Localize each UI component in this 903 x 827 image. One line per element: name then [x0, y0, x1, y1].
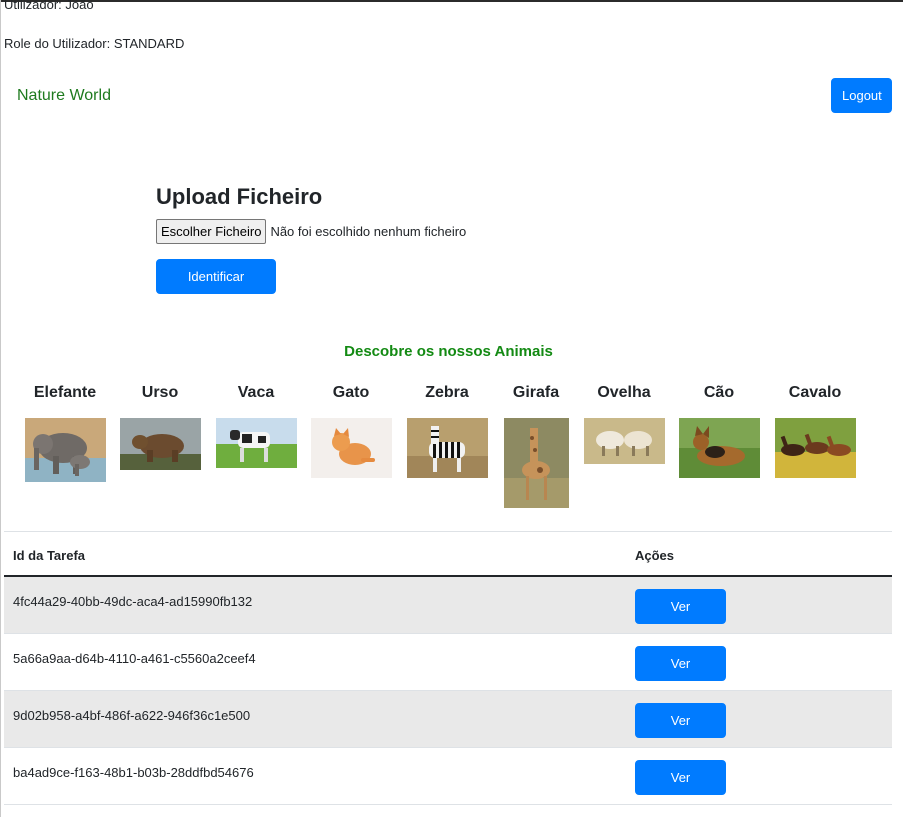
view-details-button[interactable]: Ver Detalhes: [635, 589, 726, 647]
no-file-text: Não foi escolhido nenhum ficheiro: [270, 224, 467, 239]
user-role-text: Role do Utilizador: STANDARD: [4, 36, 185, 51]
elephant-image: [24, 418, 106, 482]
animal-card-zebra: Zebra: [397, 384, 497, 481]
brand-link[interactable]: Nature World: [17, 87, 111, 105]
table-row: ba4ad9ce-f163-48b1-b03b-28ddfbd54676 Ver…: [4, 748, 892, 818]
file-input[interactable]: Escolher Ficheiro Não foi escolhido nenh…: [156, 219, 466, 244]
choose-file-button[interactable]: Escolher Ficheiro: [156, 219, 267, 244]
zebra-image: [406, 418, 488, 478]
animal-name: Vaca: [237, 384, 275, 401]
animal-name: Cão: [703, 384, 735, 401]
upload-title: Upload Ficheiro: [156, 184, 323, 209]
table-header: Id da Tarefa Ações: [4, 532, 892, 577]
task-id: 4fc44a29-40bb-49dc-aca4-ad15990fb132: [13, 594, 253, 609]
animal-card-gato: Gato: [301, 384, 401, 481]
animal-name: Zebra: [425, 384, 469, 401]
user-name-text: Utilizador: João: [4, 0, 94, 12]
identify-animal-button[interactable]: Identificar Animal: [156, 259, 276, 317]
sheep-image: [583, 418, 665, 464]
animal-name: Urso: [141, 384, 179, 401]
discover-title: Descobre os nossos Animais: [344, 343, 553, 360]
animal-card-vaca: Vaca: [206, 384, 306, 471]
animal-name: Cavalo: [788, 384, 842, 401]
view-details-button[interactable]: Ver Detalhes: [635, 703, 726, 761]
animal-card-cavalo: Cavalo: [765, 384, 865, 481]
animal-card-urso: Urso: [110, 384, 210, 473]
horse-image: [774, 418, 856, 478]
animal-card-elefante: Elefante: [15, 384, 115, 485]
bear-image: [119, 418, 201, 470]
dog-image: [678, 418, 760, 478]
animal-card-ovelha: Ovelha: [574, 384, 674, 467]
view-details-button[interactable]: Ver Detalhes: [635, 760, 726, 818]
animal-card-cao: Cão: [669, 384, 769, 481]
animal-name: Ovelha: [597, 384, 651, 401]
task-id: 5a66a9aa-d64b-4110-a461-c5560a2ceef4: [13, 651, 256, 666]
view-details-button[interactable]: Ver Detalhes: [635, 646, 726, 704]
task-id: ba4ad9ce-f163-48b1-b03b-28ddfbd54676: [13, 765, 254, 780]
animal-name: Girafa: [512, 384, 560, 401]
table-row: 9d02b958-a4bf-486f-a622-946f36c1e500 Ver…: [4, 691, 892, 761]
tasks-table: Id da Tarefa Ações 4fc44a29-40bb-49dc-ac…: [4, 531, 892, 818]
window-top-border: [1, 0, 903, 2]
giraffe-image: [503, 418, 569, 508]
column-header-actions: Ações: [635, 548, 675, 563]
task-id: 9d02b958-a4bf-486f-a622-946f36c1e500: [13, 708, 251, 723]
table-row: 4fc44a29-40bb-49dc-aca4-ad15990fb132 Ver…: [4, 577, 892, 647]
cow-image: [215, 418, 297, 468]
animal-card-girafa: Girafa: [486, 384, 586, 511]
column-header-task-id: Id da Tarefa: [13, 548, 86, 563]
cat-image: [310, 418, 392, 478]
animal-name: Gato: [332, 384, 370, 401]
animal-name: Elefante: [33, 384, 97, 401]
table-row: 5a66a9aa-d64b-4110-a461-c5560a2ceef4 Ver…: [4, 634, 892, 704]
logout-button[interactable]: Logout: [831, 78, 892, 113]
